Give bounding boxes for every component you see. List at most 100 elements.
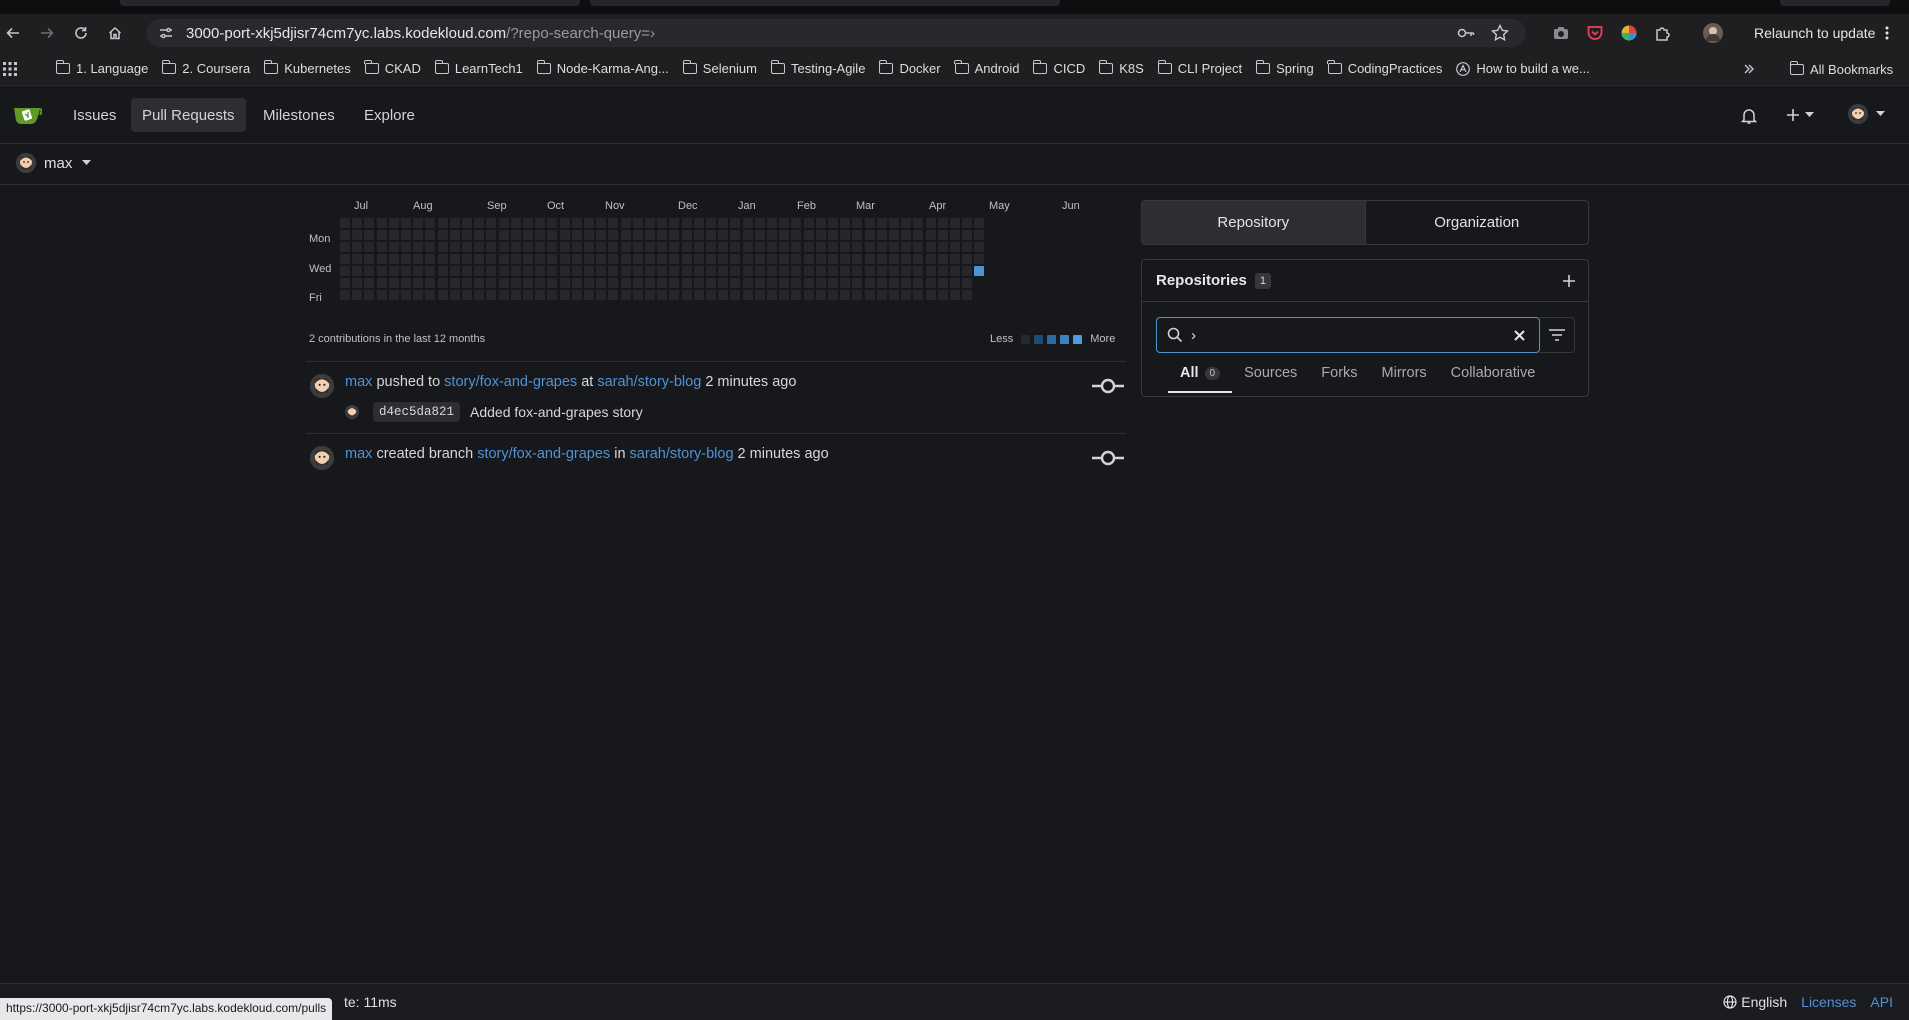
heatmap-cell[interactable] xyxy=(510,242,521,252)
language-selector[interactable]: English xyxy=(1723,994,1787,1010)
heatmap-cell[interactable] xyxy=(657,218,668,228)
heatmap-cell[interactable] xyxy=(974,266,985,276)
heatmap-cell[interactable] xyxy=(852,278,863,288)
heatmap-cell[interactable] xyxy=(388,218,399,228)
heatmap-cell[interactable] xyxy=(876,242,887,252)
heatmap-cell[interactable] xyxy=(498,218,509,228)
heatmap-cell[interactable] xyxy=(498,278,509,288)
heatmap-cell[interactable] xyxy=(571,278,582,288)
heatmap-cell[interactable] xyxy=(632,290,643,300)
heatmap-cell[interactable] xyxy=(742,230,753,240)
heatmap-cell[interactable] xyxy=(852,218,863,228)
heatmap-cell[interactable] xyxy=(828,230,838,240)
heatmap-cell[interactable] xyxy=(474,242,485,252)
heatmap-cell[interactable] xyxy=(815,218,826,228)
heatmap-cell[interactable] xyxy=(425,230,436,240)
heatmap-cell[interactable] xyxy=(523,254,533,264)
heatmap-cell[interactable] xyxy=(376,230,387,240)
heatmap-cell[interactable] xyxy=(706,254,716,264)
heatmap-cell[interactable] xyxy=(584,266,594,276)
heatmap-cell[interactable] xyxy=(486,242,497,252)
heatmap-cell[interactable] xyxy=(718,266,729,276)
heatmap-cell[interactable] xyxy=(901,278,912,288)
heatmap-cell[interactable] xyxy=(645,218,655,228)
heatmap-cell[interactable] xyxy=(510,254,521,264)
heatmap-cell[interactable] xyxy=(437,218,448,228)
heatmap-cell[interactable] xyxy=(742,278,753,288)
heatmap-cell[interactable] xyxy=(364,242,375,252)
heatmap-cell[interactable] xyxy=(901,266,912,276)
heatmap-cell[interactable] xyxy=(889,230,899,240)
heatmap-cell[interactable] xyxy=(364,230,375,240)
heatmap-cell[interactable] xyxy=(840,266,851,276)
heatmap-cell[interactable] xyxy=(462,254,472,264)
heatmap-cell[interactable] xyxy=(669,290,680,300)
heatmap-cell[interactable] xyxy=(803,230,814,240)
bookmark-folder[interactable]: CLI Project xyxy=(1151,60,1249,76)
heatmap-cell[interactable] xyxy=(388,278,399,288)
heatmap-cell[interactable] xyxy=(352,266,363,276)
heatmap-cell[interactable] xyxy=(376,266,387,276)
user-menu-button[interactable] xyxy=(1848,104,1885,124)
heatmap-cell[interactable] xyxy=(498,230,509,240)
heatmap-cell[interactable] xyxy=(596,242,607,252)
heatmap-cell[interactable] xyxy=(950,230,960,240)
heatmap-cell[interactable] xyxy=(803,254,814,264)
heatmap-cell[interactable] xyxy=(767,242,777,252)
heatmap-cell[interactable] xyxy=(425,242,436,252)
heatmap-cell[interactable] xyxy=(559,290,570,300)
heatmap-cell[interactable] xyxy=(425,278,436,288)
heatmap-cell[interactable] xyxy=(401,242,411,252)
heatmap-cell[interactable] xyxy=(767,266,777,276)
heatmap-cell[interactable] xyxy=(352,218,363,228)
heatmap-cell[interactable] xyxy=(901,254,912,264)
heatmap-cell[interactable] xyxy=(620,218,631,228)
heatmap-cell[interactable] xyxy=(535,266,546,276)
heatmap-cell[interactable] xyxy=(437,278,448,288)
heatmap-cell[interactable] xyxy=(962,218,973,228)
heatmap-cell[interactable] xyxy=(632,218,643,228)
heatmap-cell[interactable] xyxy=(718,230,729,240)
heatmap-cell[interactable] xyxy=(364,254,375,264)
heatmap-cell[interactable] xyxy=(925,266,936,276)
heatmap-cell[interactable] xyxy=(657,266,668,276)
camera-extension-icon[interactable] xyxy=(1552,24,1570,42)
feed-ref-link[interactable]: story/fox-and-grapes xyxy=(477,446,610,462)
heatmap-cell[interactable] xyxy=(547,242,558,252)
heatmap-cell[interactable] xyxy=(632,278,643,288)
heatmap-cell[interactable] xyxy=(779,254,790,264)
heatmap-cell[interactable] xyxy=(803,266,814,276)
heatmap-cell[interactable] xyxy=(425,254,436,264)
bookmark-folder[interactable]: CICD xyxy=(1026,60,1092,76)
heatmap-cell[interactable] xyxy=(681,278,692,288)
heatmap-cell[interactable] xyxy=(571,218,582,228)
heatmap-cell[interactable] xyxy=(559,242,570,252)
heatmap-cell[interactable] xyxy=(608,218,619,228)
heatmap-cell[interactable] xyxy=(486,218,497,228)
heatmap-cell[interactable] xyxy=(925,218,936,228)
heatmap-cell[interactable] xyxy=(681,266,692,276)
heatmap-cell[interactable] xyxy=(791,278,802,288)
heatmap-cell[interactable] xyxy=(950,242,960,252)
heatmap-cell[interactable] xyxy=(376,290,387,300)
avatar[interactable] xyxy=(310,374,334,398)
heatmap-cell[interactable] xyxy=(681,242,692,252)
heatmap-cell[interactable] xyxy=(584,290,594,300)
heatmap-cell[interactable] xyxy=(620,266,631,276)
heatmap-cell[interactable] xyxy=(584,218,594,228)
heatmap-cell[interactable] xyxy=(828,218,838,228)
heatmap-cell[interactable] xyxy=(584,254,594,264)
heatmap-cell[interactable] xyxy=(913,266,924,276)
heatmap-cell[interactable] xyxy=(474,290,485,300)
heatmap-cell[interactable] xyxy=(352,278,363,288)
heatmap-cell[interactable] xyxy=(474,278,485,288)
heatmap-cell[interactable] xyxy=(401,290,411,300)
heatmap-cell[interactable] xyxy=(657,230,668,240)
heatmap-cell[interactable] xyxy=(535,218,546,228)
heatmap-cell[interactable] xyxy=(925,290,936,300)
repo-tab-forks[interactable]: Forks xyxy=(1309,365,1369,393)
heatmap-cell[interactable] xyxy=(584,242,594,252)
tab-repository[interactable]: Repository xyxy=(1142,201,1366,244)
heatmap-cell[interactable] xyxy=(388,290,399,300)
heatmap-cell[interactable] xyxy=(925,242,936,252)
